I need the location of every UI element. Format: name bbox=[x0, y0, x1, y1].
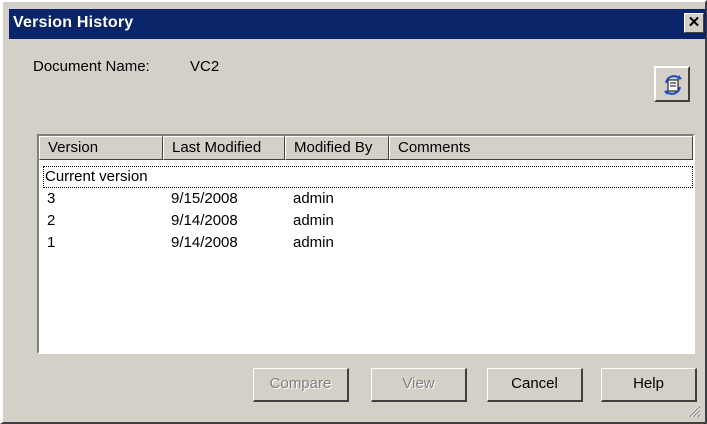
refresh-icon bbox=[664, 75, 682, 95]
table-row[interactable]: 1 9/14/2008 admin bbox=[43, 233, 693, 255]
refresh-button[interactable] bbox=[654, 66, 690, 102]
help-button[interactable]: Help bbox=[601, 368, 697, 402]
compare-button[interactable]: Compare bbox=[253, 368, 349, 402]
cancel-button[interactable]: Cancel bbox=[487, 368, 583, 402]
table-row[interactable]: 3 9/15/2008 admin bbox=[43, 189, 693, 211]
column-header-modified-by[interactable]: Modified By bbox=[285, 136, 389, 160]
list-header: Version Last Modified Modified By Commen… bbox=[39, 136, 693, 160]
modified-by-cell: admin bbox=[293, 190, 334, 207]
column-header-last-modified[interactable]: Last Modified bbox=[163, 136, 285, 160]
version-cell: 3 bbox=[47, 190, 56, 207]
last-modified-cell: 9/14/2008 bbox=[171, 234, 238, 251]
version-cell: 2 bbox=[47, 212, 56, 229]
view-button[interactable]: View bbox=[371, 368, 467, 402]
document-name-label: Document Name: bbox=[33, 58, 150, 75]
window-title: Version History bbox=[13, 14, 134, 31]
current-version-label: Current version bbox=[45, 168, 148, 185]
column-header-version[interactable]: Version bbox=[39, 136, 163, 160]
close-button[interactable]: ✕ bbox=[684, 13, 704, 33]
title-bar[interactable]: Version History ✕ bbox=[9, 9, 706, 39]
modified-by-cell: admin bbox=[293, 234, 334, 251]
column-header-comments[interactable]: Comments bbox=[389, 136, 693, 160]
modified-by-cell: admin bbox=[293, 212, 334, 229]
last-modified-cell: 9/15/2008 bbox=[171, 190, 238, 207]
version-list[interactable]: Version Last Modified Modified By Commen… bbox=[37, 134, 695, 354]
resize-grip-icon[interactable] bbox=[685, 402, 701, 418]
last-modified-cell: 9/14/2008 bbox=[171, 212, 238, 229]
document-name-value: VC2 bbox=[190, 58, 220, 75]
table-row[interactable]: 2 9/14/2008 admin bbox=[43, 211, 693, 233]
close-icon: ✕ bbox=[687, 14, 701, 31]
version-history-dialog: Version History ✕ Document Name: VC2 Ver… bbox=[0, 0, 707, 424]
list-item-current-version[interactable]: Current version bbox=[43, 166, 693, 188]
version-cell: 1 bbox=[47, 234, 56, 251]
